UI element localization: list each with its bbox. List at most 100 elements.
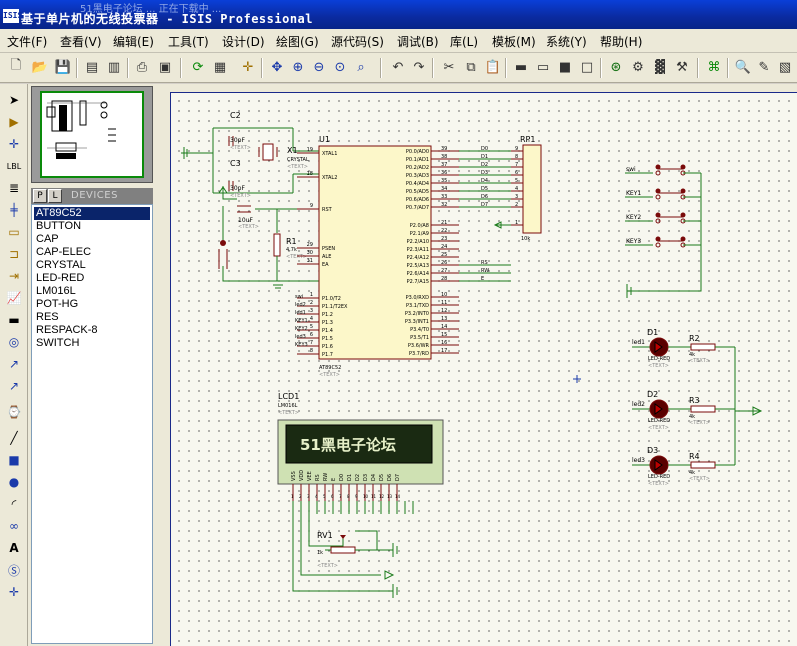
device-list-item[interactable]: RES: [34, 311, 150, 324]
decompose-icon[interactable]: ⚒: [672, 57, 692, 77]
overview-window[interactable]: [31, 86, 153, 183]
overview-viewport[interactable]: [40, 91, 144, 178]
device-list-item[interactable]: BUTTON: [34, 220, 150, 233]
generator-icon[interactable]: ◎: [4, 332, 24, 352]
component-mode-icon[interactable]: ▶: [4, 112, 24, 132]
device-list-item[interactable]: RESPACK-8: [34, 324, 150, 337]
menu-item-4[interactable]: 设计(D): [222, 33, 265, 50]
copy-icon[interactable]: ⧉: [461, 57, 481, 77]
property-tool-icon[interactable]: ✎: [754, 57, 774, 77]
graph-icon[interactable]: 📈: [4, 288, 24, 308]
side-panel: P L DEVICES AT89C52 BUTTON CAP CAP-ELEC CRYS…: [28, 84, 155, 646]
refresh-icon[interactable]: ⟳: [188, 57, 208, 77]
buses-icon[interactable]: ╪: [4, 200, 24, 220]
voltage-probe-icon[interactable]: ↗: [4, 354, 24, 374]
grid-icon[interactable]: ▦: [210, 57, 230, 77]
path-icon[interactable]: ∞: [4, 516, 24, 536]
new-file-icon[interactable]: 🗋: [6, 57, 26, 77]
origin-icon[interactable]: ✛: [238, 57, 258, 77]
device-list-item[interactable]: CAP-ELEC: [34, 246, 150, 259]
menu-item-9[interactable]: 模板(M): [492, 33, 536, 50]
menu-item-10[interactable]: 系统(Y): [546, 33, 587, 50]
text-icon[interactable]: A: [4, 538, 24, 558]
print-icon[interactable]: ⎙: [132, 57, 152, 77]
subcircuit-icon[interactable]: ▭: [4, 222, 24, 242]
menu-item-8[interactable]: 库(L): [450, 33, 478, 50]
menu-item-7[interactable]: 调试(B): [397, 33, 439, 50]
editing-window[interactable]: C2 30pF <TEXT> C3 30pF <TEXT> X1 CRYSTAL <TEXT> 1…: [155, 84, 797, 646]
r1-body: [273, 233, 281, 257]
selection-mode-icon[interactable]: ➤: [4, 90, 24, 110]
save-icon[interactable]: 💾: [53, 57, 73, 77]
menu-item-0[interactable]: 文件(F): [7, 33, 47, 50]
open-folder-icon[interactable]: 📂: [30, 57, 50, 77]
package-icon[interactable]: ▓: [650, 57, 670, 77]
schematic-sheet[interactable]: C2 30pF <TEXT> C3 30pF <TEXT> X1 CRYSTAL <TEXT> 1…: [170, 92, 797, 646]
device-pins-icon[interactable]: ⇥: [4, 266, 24, 286]
box-icon[interactable]: ■: [4, 450, 24, 470]
undo-icon[interactable]: ↶: [388, 57, 408, 77]
marker-icon[interactable]: ✛: [4, 582, 24, 602]
device-list-item[interactable]: LM016L: [34, 285, 150, 298]
menu-item-11[interactable]: 帮助(H): [600, 33, 642, 50]
wire-label-icon[interactable]: LBL: [4, 156, 24, 176]
library-manager-button[interactable]: L: [48, 189, 62, 203]
current-probe-icon[interactable]: ↗: [4, 376, 24, 396]
lcd-pin-name: D4: [371, 474, 377, 481]
pin-number: 1: [310, 292, 313, 298]
block-move-icon[interactable]: ▭: [533, 57, 553, 77]
x1-text: <TEXT>: [287, 164, 308, 170]
zoom-area-icon[interactable]: ⌕: [351, 57, 371, 77]
pin-number: 9: [515, 146, 518, 152]
rv1-value: 1k: [317, 550, 323, 556]
wire-autorouter-icon[interactable]: ⌘: [704, 57, 724, 77]
virtual-instrument-icon[interactable]: ⌚: [4, 402, 24, 422]
led-resistor-body: [690, 461, 716, 469]
menu-item-3[interactable]: 工具(T): [168, 33, 209, 50]
menu-item-6[interactable]: 源代码(S): [331, 33, 384, 50]
circle-icon[interactable]: ●: [4, 472, 24, 492]
menu-item-2[interactable]: 编辑(E): [113, 33, 154, 50]
pin-name: P2.5/A13: [407, 263, 429, 269]
overview-thumbnail: [46, 100, 116, 159]
zoom-out-icon[interactable]: ⊖: [309, 57, 329, 77]
paste-icon[interactable]: 📋: [483, 57, 503, 77]
redo-icon[interactable]: ↷: [409, 57, 429, 77]
search-tag-icon[interactable]: 🔍: [733, 57, 753, 77]
symbol-icon[interactable]: Ⓢ: [4, 560, 24, 580]
cut-icon[interactable]: ✂: [439, 57, 459, 77]
lcd-text: <TEXT>: [278, 410, 299, 416]
tape-recorder-icon[interactable]: ▬: [4, 310, 24, 330]
zoom-all-icon[interactable]: ⊙: [330, 57, 350, 77]
pin-name: P1.1/T2EX: [322, 304, 348, 310]
led-resistor-body: [690, 343, 716, 351]
make-device-icon[interactable]: ⚙: [628, 57, 648, 77]
junction-dot-icon[interactable]: ✛: [4, 134, 24, 154]
block-delete-icon[interactable]: □: [577, 57, 597, 77]
device-list-item[interactable]: LED-RED: [34, 272, 150, 285]
menu-item-5[interactable]: 绘图(G): [276, 33, 319, 50]
device-list-item[interactable]: CRYSTAL: [34, 259, 150, 272]
device-list-item[interactable]: POT-HG: [34, 298, 150, 311]
net-label: D2: [481, 162, 488, 168]
lcd-pin-number: 8: [347, 494, 350, 499]
device-list-item[interactable]: CAP: [34, 233, 150, 246]
pick-devices-button[interactable]: P: [33, 189, 47, 203]
device-list-item[interactable]: AT89C52: [34, 207, 150, 220]
device-list-item[interactable]: SWITCH: [34, 337, 150, 350]
arc-icon[interactable]: ◜: [4, 494, 24, 514]
pick-device-icon[interactable]: ⊛: [606, 57, 626, 77]
export-icon[interactable]: ▥: [104, 57, 124, 77]
pan-icon[interactable]: ✥: [267, 57, 287, 77]
menu-item-1[interactable]: 查看(V): [60, 33, 102, 50]
text-script-icon[interactable]: ≣: [4, 178, 24, 198]
terminals-icon[interactable]: ⊐: [4, 244, 24, 264]
print-area-icon[interactable]: ▣: [155, 57, 175, 77]
import-icon[interactable]: ▤: [82, 57, 102, 77]
line-icon[interactable]: ╱: [4, 428, 24, 448]
switch-net-label: KEY1: [626, 190, 641, 197]
zoom-in-icon[interactable]: ⊕: [288, 57, 308, 77]
block-rotate-icon[interactable]: ■: [555, 57, 575, 77]
netlist-icon[interactable]: ▧: [775, 57, 795, 77]
block-copy-icon[interactable]: ▬: [511, 57, 531, 77]
